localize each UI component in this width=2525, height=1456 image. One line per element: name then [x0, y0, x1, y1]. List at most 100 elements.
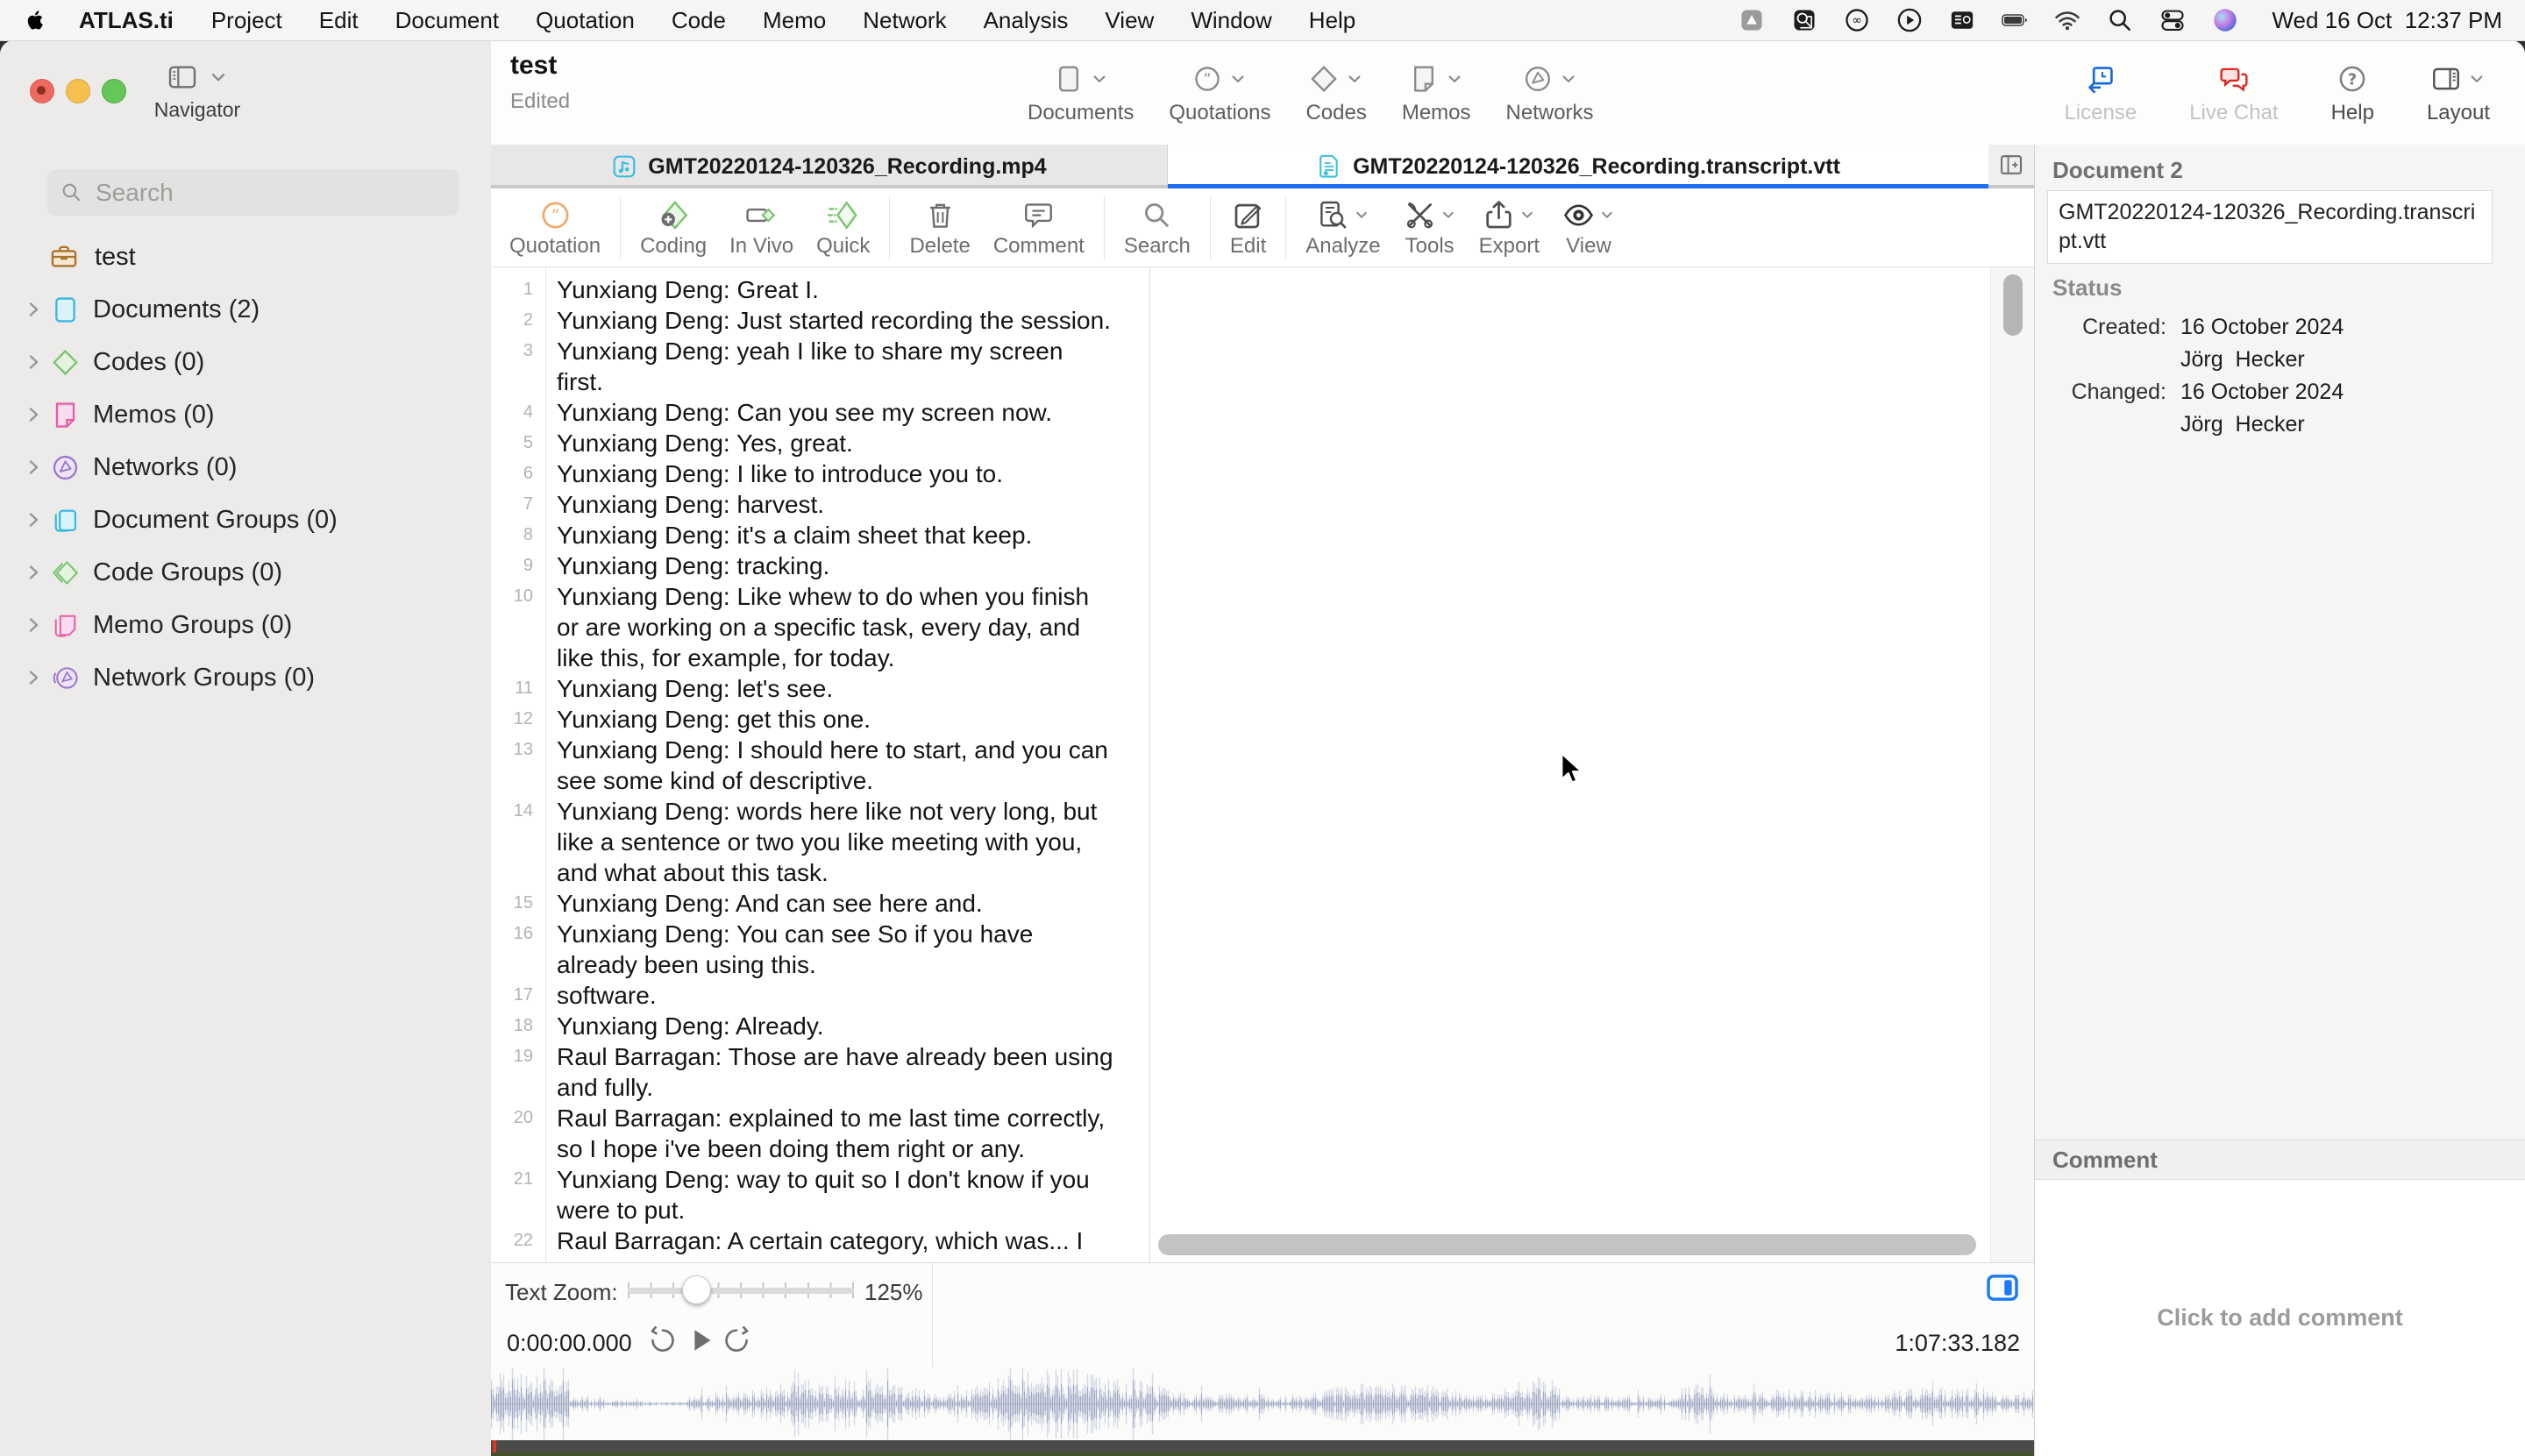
spotlight-icon[interactable]: [2107, 7, 2133, 33]
creative-cloud-icon[interactable]: ∞: [1844, 7, 1870, 33]
transcript-line[interactable]: 3 Yunxiang Deng: yeah I like to share my…: [491, 336, 1149, 397]
siri-icon[interactable]: [2212, 7, 2238, 33]
sidebar-tree-item[interactable]: Document Groups (0): [0, 494, 491, 546]
menu-item[interactable]: Window: [1172, 7, 1290, 34]
play-circle-icon[interactable]: [1896, 7, 1923, 33]
rewind-button[interactable]: [647, 1325, 679, 1356]
sidebar-tree-item[interactable]: Memo Groups (0): [0, 599, 491, 651]
menu-item[interactable]: Analysis: [965, 7, 1087, 34]
transcript-line[interactable]: 15 Yunxiang Deng: And can see here and.: [491, 888, 1149, 919]
text-zoom-slider[interactable]: [628, 1274, 854, 1307]
doc-toolbar-button[interactable]: View: [1551, 196, 1626, 259]
transcript-line[interactable]: 17 software.: [491, 980, 1149, 1011]
toolbar-right-button[interactable]: License: [2059, 60, 2142, 125]
disclosure-chevron-icon[interactable]: [23, 299, 44, 320]
doc-toolbar-button[interactable]: Edit: [1219, 196, 1277, 259]
doc-toolbar-button[interactable]: Comment: [982, 196, 1096, 259]
disclosure-chevron-icon[interactable]: [23, 352, 44, 373]
loop-button[interactable]: [721, 1325, 752, 1356]
transcript-line[interactable]: 11 Yunxiang Deng: let's see.: [491, 673, 1149, 704]
add-panel-button[interactable]: [1988, 145, 2034, 185]
sidebar-tree-item[interactable]: Networks (0): [0, 441, 491, 494]
close-window-button[interactable]: [30, 79, 54, 103]
app-menu-title[interactable]: ATLAS.ti: [60, 7, 193, 34]
disclosure-chevron-icon[interactable]: [23, 457, 44, 478]
transcript-line[interactable]: 9 Yunxiang Deng: tracking.: [491, 550, 1149, 581]
navigator-control[interactable]: Navigator: [123, 63, 272, 122]
transcript-line[interactable]: 20 Raul Barragan: explained to me last t…: [491, 1103, 1149, 1164]
entity-dropdown-button[interactable]: Documents: [1022, 60, 1139, 125]
toolbar-right-button[interactable]: Live Chat: [2184, 60, 2283, 125]
panel-toggle-icon[interactable]: [1985, 1274, 2020, 1302]
menu-item[interactable]: Project: [193, 7, 301, 34]
comment-editor[interactable]: Click to add comment: [2035, 1180, 2525, 1456]
transcript-line[interactable]: 8 Yunxiang Deng: it's a claim sheet that…: [491, 520, 1149, 550]
doc-toolbar-button[interactable]: Export: [1468, 196, 1551, 259]
transcript-line[interactable]: 5 Yunxiang Deng: Yes, great.: [491, 428, 1149, 458]
disclosure-chevron-icon[interactable]: [23, 562, 44, 583]
transcript-line[interactable]: 4 Yunxiang Deng: Can you see my screen n…: [491, 397, 1149, 428]
project-item[interactable]: test: [49, 242, 136, 272]
media-scrubber[interactable]: [491, 1440, 2034, 1452]
transcript-line[interactable]: 16 Yunxiang Deng: You can see So if you …: [491, 919, 1149, 980]
horizontal-scrollbar[interactable]: [1158, 1234, 1976, 1255]
menu-item[interactable]: Quotation: [517, 7, 653, 34]
transcript-panel[interactable]: 1 Yunxiang Deng: Great I. 2 Yunxiang Den…: [491, 267, 1150, 1262]
sidebar-tree-item[interactable]: Codes (0): [0, 336, 491, 388]
wifi-icon[interactable]: [2054, 7, 2080, 33]
menu-item[interactable]: Network: [844, 7, 964, 34]
transcript-line[interactable]: 22 Raul Barragan: A certain category, wh…: [491, 1225, 1149, 1256]
slider-thumb[interactable]: [682, 1275, 711, 1304]
disclosure-chevron-icon[interactable]: [23, 509, 44, 530]
entity-dropdown-button[interactable]: ” Quotations: [1163, 60, 1276, 125]
menu-item[interactable]: View: [1086, 7, 1172, 34]
apple-menu-icon[interactable]: [25, 7, 47, 33]
menu-item[interactable]: Document: [377, 7, 518, 34]
playhead-marker[interactable]: [493, 1440, 496, 1452]
entity-dropdown-button[interactable]: Networks: [1501, 60, 1599, 125]
doc-toolbar-button[interactable]: Tools: [1392, 196, 1468, 259]
doc-toolbar-button[interactable]: In Vivo: [718, 196, 805, 259]
doc-toolbar-button[interactable]: Analyze: [1294, 196, 1391, 259]
app-placeholder-icon[interactable]: [1739, 7, 1765, 33]
sidebar-tree-item[interactable]: Network Groups (0): [0, 651, 491, 704]
document-name-field[interactable]: GMT20220124-120326_Recording.transcript.…: [2047, 190, 2493, 264]
transcript-line[interactable]: 7 Yunxiang Deng: harvest.: [491, 489, 1149, 520]
input-source-icon[interactable]: [1949, 7, 1975, 33]
menu-item[interactable]: Help: [1291, 7, 1374, 34]
doc-toolbar-button[interactable]: Quick: [805, 196, 881, 259]
entity-dropdown-button[interactable]: Memos: [1397, 60, 1476, 125]
sidebar-tree-item[interactable]: Documents (2): [0, 283, 491, 336]
audio-waveform[interactable]: [491, 1367, 2034, 1440]
transcript-line[interactable]: 12 Yunxiang Deng: get this one.: [491, 704, 1149, 735]
transcript-line[interactable]: 6 Yunxiang Deng: I like to introduce you…: [491, 458, 1149, 489]
transcript-line[interactable]: 18 Yunxiang Deng: Already.: [491, 1011, 1149, 1041]
search-input[interactable]: [94, 178, 447, 208]
transcript-line[interactable]: 1 Yunxiang Deng: Great I.: [491, 274, 1149, 305]
menu-bar-clock[interactable]: Wed 16 Oct 12:37 PM: [2272, 7, 2502, 34]
doc-toolbar-button[interactable]: ” Quotation: [498, 196, 612, 259]
transcript-line[interactable]: 10 Yunxiang Deng: Like whew to do when y…: [491, 581, 1149, 673]
play-button[interactable]: [686, 1325, 717, 1356]
toolbar-right-button[interactable]: ? Help: [2326, 60, 2379, 125]
entity-dropdown-button[interactable]: Codes: [1300, 60, 1371, 125]
sidebar-tree-item[interactable]: Memos (0): [0, 388, 491, 441]
menu-item[interactable]: Code: [653, 7, 744, 34]
menu-item[interactable]: Edit: [301, 7, 377, 34]
doc-toolbar-button[interactable]: Coding: [629, 196, 718, 259]
transcript-line[interactable]: 2 Yunxiang Deng: Just started recording …: [491, 305, 1149, 336]
control-center-icon[interactable]: [2159, 7, 2186, 33]
doc-toolbar-button[interactable]: Delete: [898, 196, 981, 259]
disclosure-chevron-icon[interactable]: [23, 404, 44, 425]
transcript-line[interactable]: 21 Yunxiang Deng: way to quit so I don't…: [491, 1164, 1149, 1225]
toolbar-right-button[interactable]: Layout: [2422, 60, 2495, 125]
video-panel[interactable]: [1151, 267, 1990, 1262]
vertical-scrollbar-track[interactable]: [1990, 267, 2034, 1262]
transcript-line[interactable]: 14 Yunxiang Deng: words here like not ve…: [491, 796, 1149, 888]
transcript-line[interactable]: 13 Yunxiang Deng: I should here to start…: [491, 735, 1149, 796]
sidebar-search-field[interactable]: [47, 169, 459, 216]
doc-toolbar-button[interactable]: Search: [1113, 196, 1202, 259]
disclosure-chevron-icon[interactable]: [23, 614, 44, 636]
document-tab[interactable]: GMT20220124-120326_Recording.transcript.…: [1168, 145, 1988, 188]
transcript-line[interactable]: 19 Raul Barragan: Those are have already…: [491, 1041, 1149, 1103]
